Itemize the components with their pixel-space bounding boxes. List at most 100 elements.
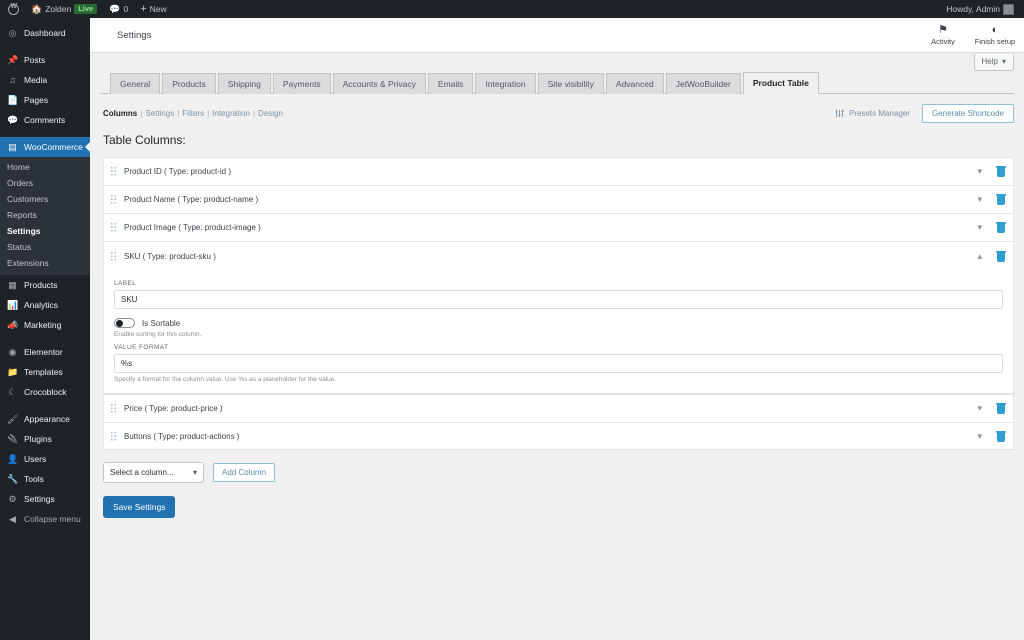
- tab-label: Payments: [282, 79, 321, 89]
- chevron-down-icon[interactable]: ▾: [977, 223, 982, 232]
- tab-advanced[interactable]: Advanced: [605, 73, 664, 95]
- tab-general[interactable]: General: [110, 73, 161, 95]
- column-row-product-name[interactable]: Product Name ( Type: product-name ) ▾: [103, 185, 1014, 214]
- submenu-item-customers[interactable]: Customers: [0, 191, 90, 207]
- wordpress-logo-menu[interactable]: [2, 0, 25, 18]
- comments-menu[interactable]: 💬 0: [103, 0, 134, 18]
- submenu-item-status[interactable]: Status: [0, 239, 90, 255]
- sidebar-item-label: Appearance: [24, 414, 70, 424]
- drag-handle-icon[interactable]: [110, 250, 117, 262]
- subnav-separator: |: [177, 109, 180, 119]
- settings-tabs: General Products Shipping Payments Accou…: [100, 53, 1014, 95]
- sidebar-item-pages[interactable]: 📄 Pages: [0, 90, 90, 110]
- submenu-label: Extensions: [7, 258, 49, 268]
- sidebar-item-posts[interactable]: 📌 Posts: [0, 50, 90, 70]
- account-menu[interactable]: Howdy, Admin: [940, 0, 1020, 18]
- save-settings-button[interactable]: Save Settings: [103, 496, 176, 519]
- delete-icon[interactable]: [995, 194, 1006, 206]
- subnav-item-columns[interactable]: Columns: [103, 109, 137, 118]
- sidebar-item-woocommerce[interactable]: ▤ WooCommerce: [0, 137, 90, 157]
- tab-accounts-privacy[interactable]: Accounts & Privacy: [332, 73, 426, 95]
- sidebar-item-marketing[interactable]: 📣 Marketing: [0, 315, 90, 335]
- sidebar-item-media[interactable]: ♫ Media: [0, 70, 90, 90]
- sidebar-item-appearance[interactable]: 🖌 Appearance: [0, 409, 90, 429]
- tab-site-visibility[interactable]: Site visibility: [537, 73, 604, 95]
- submenu-item-home[interactable]: Home: [0, 159, 90, 175]
- delete-icon[interactable]: [995, 166, 1006, 178]
- main-content: Settings ⚑ Activity ◐ Finish setup Help …: [90, 18, 1024, 640]
- tab-label: General: [120, 79, 151, 89]
- sidebar-item-comments[interactable]: 💬 Comments: [0, 110, 90, 130]
- column-row-price[interactable]: Price ( Type: product-price ) ▾: [103, 394, 1014, 423]
- delete-icon[interactable]: [995, 430, 1006, 442]
- sidebar-item-label: Plugins: [24, 434, 52, 444]
- sidebar-item-dashboard[interactable]: ◎ Dashboard: [0, 23, 90, 43]
- chevron-down-icon[interactable]: ▾: [977, 195, 982, 204]
- drag-handle-icon[interactable]: [110, 166, 117, 178]
- label-input[interactable]: SKU: [114, 290, 1003, 310]
- presets-manager-label: Presets Manager: [849, 109, 910, 119]
- sidebar-item-plugins[interactable]: 🔌 Plugins: [0, 429, 90, 449]
- column-row-header-sku[interactable]: SKU ( Type: product-sku ) ▴: [104, 242, 1013, 270]
- delete-icon[interactable]: [995, 250, 1006, 262]
- chevron-up-icon[interactable]: ▴: [977, 251, 982, 261]
- delete-icon[interactable]: [995, 403, 1006, 415]
- sidebar-item-crocoblock[interactable]: ☾ Crocoblock: [0, 382, 90, 402]
- subnav-item-integration[interactable]: Integration: [212, 109, 250, 118]
- tab-product-table[interactable]: Product Table: [742, 72, 819, 95]
- new-content-menu[interactable]: + New: [134, 0, 172, 18]
- column-row-product-id[interactable]: Product ID ( Type: product-id ) ▾: [103, 157, 1014, 186]
- tab-integration[interactable]: Integration: [475, 73, 536, 95]
- subnav-item-settings[interactable]: Settings: [145, 109, 174, 118]
- submenu-label: Home: [7, 162, 30, 172]
- help-toggle-button[interactable]: Help ▾: [973, 54, 1014, 71]
- select-column-dropdown[interactable]: Select a column... ▾: [103, 462, 204, 484]
- sidebar-item-elementor[interactable]: ◉ Elementor: [0, 342, 90, 362]
- is-sortable-toggle[interactable]: [114, 318, 135, 329]
- column-row-buttons[interactable]: Buttons ( Type: product-actions ) ▾: [103, 422, 1014, 451]
- megaphone-icon: 📣: [7, 319, 19, 330]
- sidebar-item-collapse-menu[interactable]: ◀ Collapse menu: [0, 509, 90, 529]
- drag-handle-icon[interactable]: [110, 430, 117, 442]
- tab-shipping[interactable]: Shipping: [217, 73, 271, 95]
- page-icon: 📄: [7, 94, 19, 105]
- tab-jetwoobuilder[interactable]: JetWooBuilder: [665, 73, 741, 95]
- finish-setup-button[interactable]: ◐ Finish setup: [975, 24, 1015, 46]
- sidebar-item-templates[interactable]: 📁 Templates: [0, 362, 90, 382]
- drag-handle-icon[interactable]: [110, 194, 117, 206]
- drag-handle-icon[interactable]: [110, 222, 117, 234]
- activity-button[interactable]: ⚑ Activity: [924, 24, 962, 46]
- tab-label: Site visibility: [547, 79, 594, 89]
- subnav-item-filters[interactable]: Filters: [182, 109, 204, 118]
- chevron-down-icon[interactable]: ▾: [977, 167, 982, 176]
- chevron-down-icon[interactable]: ▾: [977, 431, 982, 441]
- subnav-item-design[interactable]: Design: [258, 109, 283, 118]
- brush-icon: 🖌: [7, 413, 19, 424]
- chevron-down-icon[interactable]: ▾: [977, 404, 982, 413]
- presets-manager-button[interactable]: Presets Manager: [835, 109, 910, 118]
- submenu-item-settings[interactable]: Settings: [0, 223, 90, 239]
- submenu-item-orders[interactable]: Orders: [0, 175, 90, 191]
- tab-emails[interactable]: Emails: [427, 73, 474, 95]
- generate-shortcode-button[interactable]: Generate Shortcode: [921, 104, 1014, 124]
- value-format-input[interactable]: %s: [114, 354, 1003, 374]
- site-name-menu[interactable]: 🏠 Zolden Live: [25, 0, 103, 18]
- submenu-item-extensions[interactable]: Extensions: [0, 255, 90, 271]
- submenu-label: Status: [7, 242, 32, 252]
- drag-handle-icon[interactable]: [110, 403, 117, 415]
- label-field-label: LABEL: [114, 280, 137, 288]
- tab-products[interactable]: Products: [162, 73, 216, 95]
- column-row-product-image[interactable]: Product Image ( Type: product-image ) ▾: [103, 213, 1014, 242]
- tab-payments[interactable]: Payments: [272, 73, 331, 95]
- sidebar-item-products[interactable]: ▦ Products: [0, 275, 90, 295]
- add-column-button[interactable]: Add Column: [213, 463, 276, 483]
- delete-icon[interactable]: [995, 222, 1006, 234]
- columns-list: Product ID ( Type: product-id ) ▾ Produc…: [103, 157, 1014, 451]
- sidebar-item-analytics[interactable]: 📊 Analytics: [0, 295, 90, 315]
- submenu-item-reports[interactable]: Reports: [0, 207, 90, 223]
- row-actions: ▾: [977, 222, 1006, 234]
- sidebar-item-tools[interactable]: 🔧 Tools: [0, 469, 90, 489]
- home-icon: 🏠: [31, 3, 43, 14]
- sidebar-item-settings[interactable]: ⚙ Settings: [0, 489, 90, 509]
- sidebar-item-users[interactable]: 👤 Users: [0, 449, 90, 469]
